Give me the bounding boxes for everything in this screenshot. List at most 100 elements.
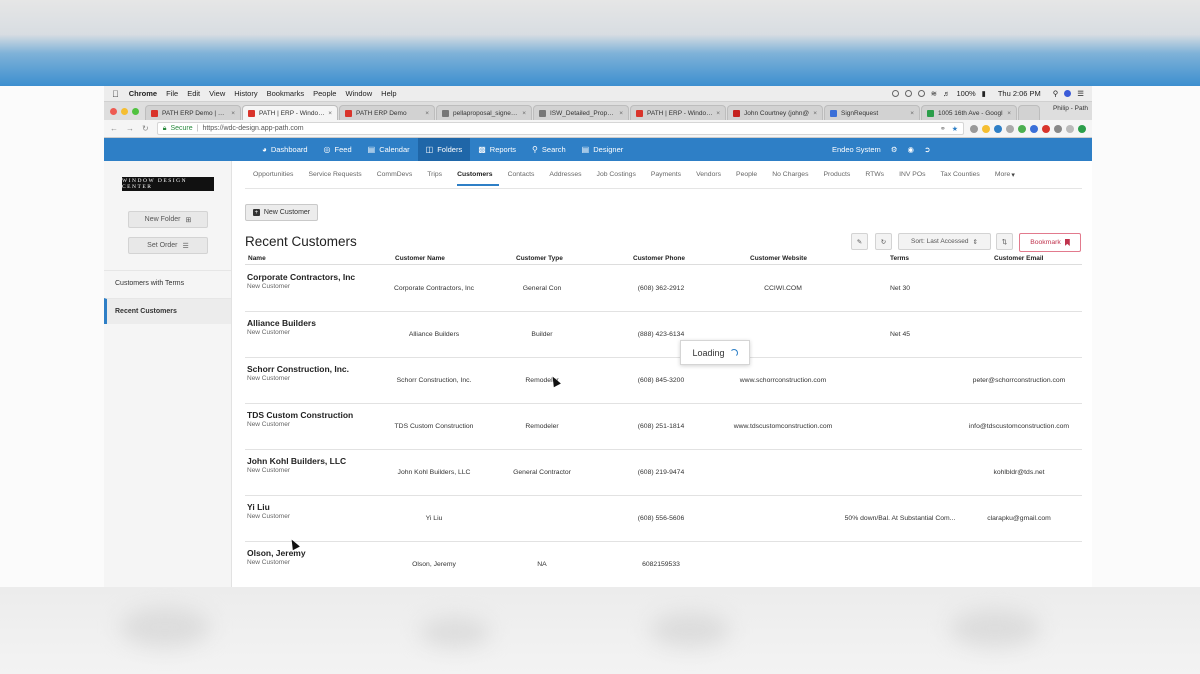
- subtab-vendors[interactable]: Vendors: [696, 171, 727, 186]
- table-row[interactable]: Alliance Builders New Customer Alliance Bu…: [245, 312, 1082, 358]
- nav-folders[interactable]: ◫ Folders: [417, 138, 471, 161]
- set-order-button[interactable]: Set Order ☰: [128, 237, 208, 254]
- menu-app-name[interactable]: Chrome: [129, 89, 157, 98]
- close-tab-icon[interactable]: ×: [522, 110, 526, 117]
- extension-icon[interactable]: [970, 124, 978, 133]
- siri-icon[interactable]: [1064, 90, 1072, 97]
- status-icon[interactable]: [891, 90, 899, 97]
- subtab-job-costings[interactable]: Job Costings: [597, 171, 642, 186]
- browser-tab[interactable]: John Courtney (john@ ×: [727, 105, 823, 120]
- clock[interactable]: Thu 2:06 PM: [998, 89, 1041, 98]
- sort-dropdown[interactable]: Sort: Last Accessed ⇕: [898, 233, 991, 250]
- table-row[interactable]: TDS Custom Construction New Customer TDS C…: [245, 404, 1082, 450]
- table-row[interactable]: Corporate Contractors, Inc New Customer Co…: [245, 266, 1082, 312]
- volume-icon[interactable]: ♬: [943, 89, 951, 98]
- subtab-opportunities[interactable]: Opportunities: [253, 171, 299, 186]
- key-icon[interactable]: ⚭: [940, 125, 946, 133]
- notification-icon[interactable]: ☰: [1077, 89, 1084, 98]
- col-customer-name[interactable]: Customer Name: [395, 255, 445, 262]
- menu-help[interactable]: Help: [381, 89, 396, 98]
- subtab-inv-pos[interactable]: INV POs: [899, 171, 931, 186]
- browser-tab[interactable]: 1005 16th Ave - Googl ×: [921, 105, 1017, 120]
- sidebar-item-recent-customers[interactable]: Recent Customers: [104, 298, 231, 324]
- nav-designer[interactable]: ▤ Designer: [574, 138, 632, 161]
- subtab-trips[interactable]: Trips: [427, 171, 448, 186]
- menu-file[interactable]: File: [166, 89, 178, 98]
- row-name-link[interactable]: John Kohl Builders, LLC: [247, 456, 346, 466]
- profile-button[interactable]: Philip - Path: [1053, 105, 1088, 112]
- edit-icon[interactable]: ✎: [851, 233, 868, 250]
- subtab-contacts[interactable]: Contacts: [508, 171, 541, 186]
- browser-tab[interactable]: ISW_Detailed_Proposal ×: [533, 105, 629, 120]
- back-icon[interactable]: ←: [110, 124, 118, 133]
- logout-icon[interactable]: ➲: [924, 145, 930, 154]
- subtab-commdevs[interactable]: CommDevs: [377, 171, 419, 186]
- row-name-link[interactable]: Corporate Contractors, Inc: [247, 272, 355, 282]
- bookmark-star-icon[interactable]: ★: [952, 125, 958, 133]
- subtab-service-requests[interactable]: Service Requests: [308, 171, 367, 186]
- subtab-customers[interactable]: Customers: [457, 171, 499, 186]
- browser-tab[interactable]: PATH ERP Demo ×: [339, 105, 435, 120]
- subtab-products[interactable]: Products: [823, 171, 856, 186]
- subtab-addresses[interactable]: Addresses: [549, 171, 587, 186]
- extension-icon[interactable]: [1042, 124, 1050, 133]
- gear-icon[interactable]: ⚙: [891, 145, 898, 154]
- close-tab-icon[interactable]: ×: [910, 110, 914, 117]
- row-name-link[interactable]: Alliance Builders: [247, 318, 316, 328]
- extension-icon[interactable]: [1078, 124, 1086, 133]
- bookmark-button[interactable]: Bookmark: [1019, 233, 1081, 252]
- menu-view[interactable]: View: [209, 89, 225, 98]
- forward-icon[interactable]: →: [126, 124, 134, 133]
- browser-tab[interactable]: PATH | ERP - Window D ×: [630, 105, 726, 120]
- extension-icon[interactable]: [1054, 124, 1062, 133]
- col-name[interactable]: Name: [248, 255, 266, 262]
- row-name-link[interactable]: Olson, Jeremy: [247, 548, 306, 558]
- close-window-icon[interactable]: [110, 107, 117, 115]
- nav-dashboard[interactable]: ◕ Dashboard: [254, 138, 316, 161]
- sort-order-icon[interactable]: ⇅: [996, 233, 1013, 250]
- extension-icon[interactable]: [1066, 124, 1074, 133]
- nav-reports[interactable]: ▩ Reports: [470, 138, 524, 161]
- extension-icon[interactable]: [1030, 124, 1038, 133]
- battery-icon[interactable]: ▮: [982, 89, 986, 98]
- status-icon[interactable]: [904, 90, 912, 97]
- close-tab-icon[interactable]: ×: [425, 110, 429, 117]
- new-customer-button[interactable]: + New Customer: [245, 204, 318, 221]
- close-tab-icon[interactable]: ×: [716, 110, 720, 117]
- col-customer-phone[interactable]: Customer Phone: [633, 255, 685, 262]
- close-tab-icon[interactable]: ×: [328, 110, 332, 117]
- table-row[interactable]: John Kohl Builders, LLC New Customer John …: [245, 450, 1082, 496]
- maximize-window-icon[interactable]: [132, 107, 139, 115]
- menu-people[interactable]: People: [313, 89, 336, 98]
- subtab-payments[interactable]: Payments: [651, 171, 687, 186]
- chat-icon[interactable]: ◉: [908, 145, 915, 154]
- url-input[interactable]: 🔒︎ Secure | https://wdc-design.app-path.…: [156, 122, 964, 135]
- search-icon[interactable]: ⚲: [1053, 89, 1059, 98]
- subtab-no-charges[interactable]: No Charges: [772, 171, 814, 186]
- menu-edit[interactable]: Edit: [187, 89, 200, 98]
- menu-window[interactable]: Window: [345, 89, 372, 98]
- close-tab-icon[interactable]: ×: [619, 110, 623, 117]
- close-tab-icon[interactable]: ×: [231, 110, 235, 117]
- browser-tab[interactable]: PATH | ERP - Window D ×: [242, 105, 338, 120]
- refresh-icon[interactable]: ↻: [875, 233, 892, 250]
- sidebar-item-customers-with-terms[interactable]: Customers with Terms: [104, 270, 231, 296]
- browser-tab[interactable]: pellaproposal_signed.p ×: [436, 105, 532, 120]
- new-tab-button[interactable]: [1018, 105, 1040, 120]
- extension-icon[interactable]: [1018, 124, 1026, 133]
- extension-icon[interactable]: [982, 124, 990, 133]
- reload-icon[interactable]: ↻: [142, 124, 149, 133]
- close-tab-icon[interactable]: ×: [813, 110, 817, 117]
- menu-history[interactable]: History: [234, 89, 257, 98]
- close-tab-icon[interactable]: ×: [1007, 110, 1011, 117]
- row-name-link[interactable]: TDS Custom Construction: [247, 410, 353, 420]
- new-folder-button[interactable]: New Folder ⊞: [128, 211, 208, 228]
- col-customer-website[interactable]: Customer Website: [750, 255, 807, 262]
- minimize-window-icon[interactable]: [121, 107, 128, 115]
- subtab-tax-counties[interactable]: Tax Counties: [941, 171, 986, 186]
- browser-tab[interactable]: PATH ERP Demo | Endeo×: [145, 105, 241, 120]
- nav-search[interactable]: ⚲ Search: [524, 138, 574, 161]
- col-customer-type[interactable]: Customer Type: [516, 255, 563, 262]
- row-name-link[interactable]: Yi Liu: [247, 502, 270, 512]
- extension-icon[interactable]: [994, 124, 1002, 133]
